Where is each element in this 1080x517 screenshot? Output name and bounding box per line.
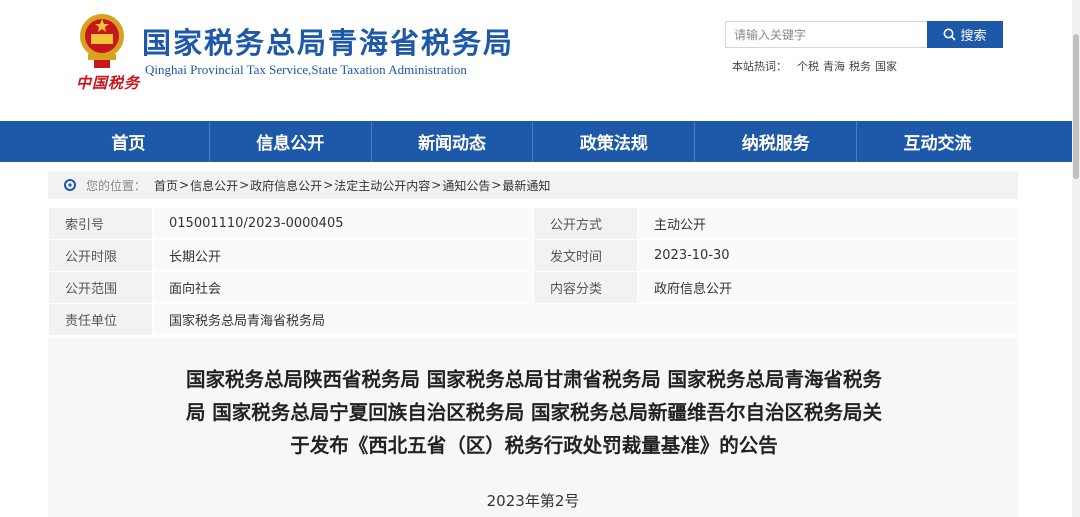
nav-item-policy[interactable]: 政策法规: [533, 121, 696, 162]
breadcrumb-notices[interactable]: 通知公告: [442, 177, 490, 194]
meta-value-scope: 面向社会: [152, 271, 534, 304]
site-title[interactable]: 国家税务总局青海省税务局: [142, 20, 514, 62]
hot-word-link[interactable]: 税务: [849, 58, 871, 74]
main-nav: 首页 信息公开 新闻动态 政策法规 纳税服务 互动交流: [0, 121, 1072, 162]
breadcrumb: 您的位置： 首页 > 信息公开 > 政府信息公开 > 法定主动公开内容 > 通知公告 > …: [48, 171, 1018, 199]
nav-item-tax-service[interactable]: 纳税服务: [695, 121, 858, 162]
search-button-label: 搜索: [960, 28, 987, 43]
site-header: 中国税务 国家税务总局青海省税务局 Qinghai Provincial Tax…: [0, 0, 1072, 120]
nav-item-news[interactable]: 新闻动态: [372, 121, 534, 162]
hot-word-link[interactable]: 国家: [875, 58, 897, 74]
scrollbar-thumb[interactable]: [1073, 34, 1079, 179]
meta-key-open-period: 公开时限: [48, 239, 153, 272]
search-icon: [943, 28, 957, 41]
meta-key-open-mode: 公开方式: [533, 207, 638, 240]
article-title: 国家税务总局陕西省税务局 国家税务总局甘肃省税务局 国家税务总局青海省税务 局 …: [136, 363, 932, 462]
table-row: 索引号 015001110/2023-0000405 公开方式 主动公开: [48, 207, 1018, 240]
search-button[interactable]: 搜索: [927, 21, 1003, 48]
nav-item-interaction[interactable]: 互动交流: [857, 121, 1018, 162]
hot-words-label: 本站热词：: [732, 60, 787, 73]
breadcrumb-gov-info[interactable]: 政府信息公开: [250, 177, 322, 194]
meta-value-issue-date: 2023-10-30: [637, 239, 1018, 272]
tax-emblem-icon: [80, 14, 124, 68]
search-input[interactable]: [725, 21, 927, 48]
article-title-line: 局 国家税务总局宁夏回族自治区税务局 国家税务总局新疆维吾尔自治区税务局关: [185, 401, 883, 424]
meta-value-open-mode: 主动公开: [637, 207, 1018, 240]
meta-value-index-no: 015001110/2023-0000405: [152, 207, 534, 240]
meta-value-open-period: 长期公开: [152, 239, 534, 272]
meta-key-issue-date: 发文时间: [533, 239, 638, 272]
breadcrumb-home[interactable]: 首页: [154, 177, 178, 194]
table-row: 公开时限 长期公开 发文时间 2023-10-30: [48, 239, 1018, 272]
breadcrumb-statutory[interactable]: 法定主动公开内容: [334, 177, 430, 194]
breadcrumb-label: 您的位置：: [86, 178, 147, 193]
meta-key-category: 内容分类: [533, 271, 638, 304]
site-subtitle: Qinghai Provincial Tax Service,State Tax…: [145, 62, 467, 77]
article-body: 国家税务总局陕西省税务局 国家税务总局甘肃省税务局 国家税务总局青海省税务 局 …: [48, 337, 1018, 517]
table-row: 责任单位 国家税务总局青海省税务局: [48, 303, 1018, 336]
meta-key-scope: 公开范围: [48, 271, 153, 304]
document-meta-table: 索引号 015001110/2023-0000405 公开方式 主动公开 公开时…: [48, 207, 1018, 336]
hot-words: 本站热词： 个税 青海 税务 国家: [732, 58, 897, 74]
nav-item-info-disclosure[interactable]: 信息公开: [210, 121, 372, 162]
meta-value-dept: 国家税务总局青海省税务局: [152, 303, 1018, 336]
brand-script-logo: 中国税务: [76, 74, 141, 92]
search-box: 搜索: [725, 21, 1003, 48]
article-title-line: 国家税务总局陕西省税务局 国家税务总局甘肃省税务局 国家税务总局青海省税务: [185, 368, 883, 391]
location-icon: [64, 179, 76, 191]
breadcrumb-info-disclosure[interactable]: 信息公开: [190, 177, 238, 194]
meta-key-index-no: 索引号: [48, 207, 153, 240]
page-scrollbar[interactable]: [1072, 0, 1080, 517]
meta-value-category: 政府信息公开: [637, 271, 1018, 304]
breadcrumb-latest[interactable]: 最新通知: [502, 177, 550, 194]
document-number: 2023年第2号: [486, 492, 580, 510]
hot-word-link[interactable]: 个税: [797, 58, 819, 74]
nav-item-home[interactable]: 首页: [48, 121, 210, 162]
table-row: 公开范围 面向社会 内容分类 政府信息公开: [48, 271, 1018, 304]
article-title-line: 于发布《西北五省（区）税务行政处罚裁量基准》的公告: [290, 434, 778, 457]
meta-key-dept: 责任单位: [48, 303, 153, 336]
hot-word-link[interactable]: 青海: [823, 58, 845, 74]
